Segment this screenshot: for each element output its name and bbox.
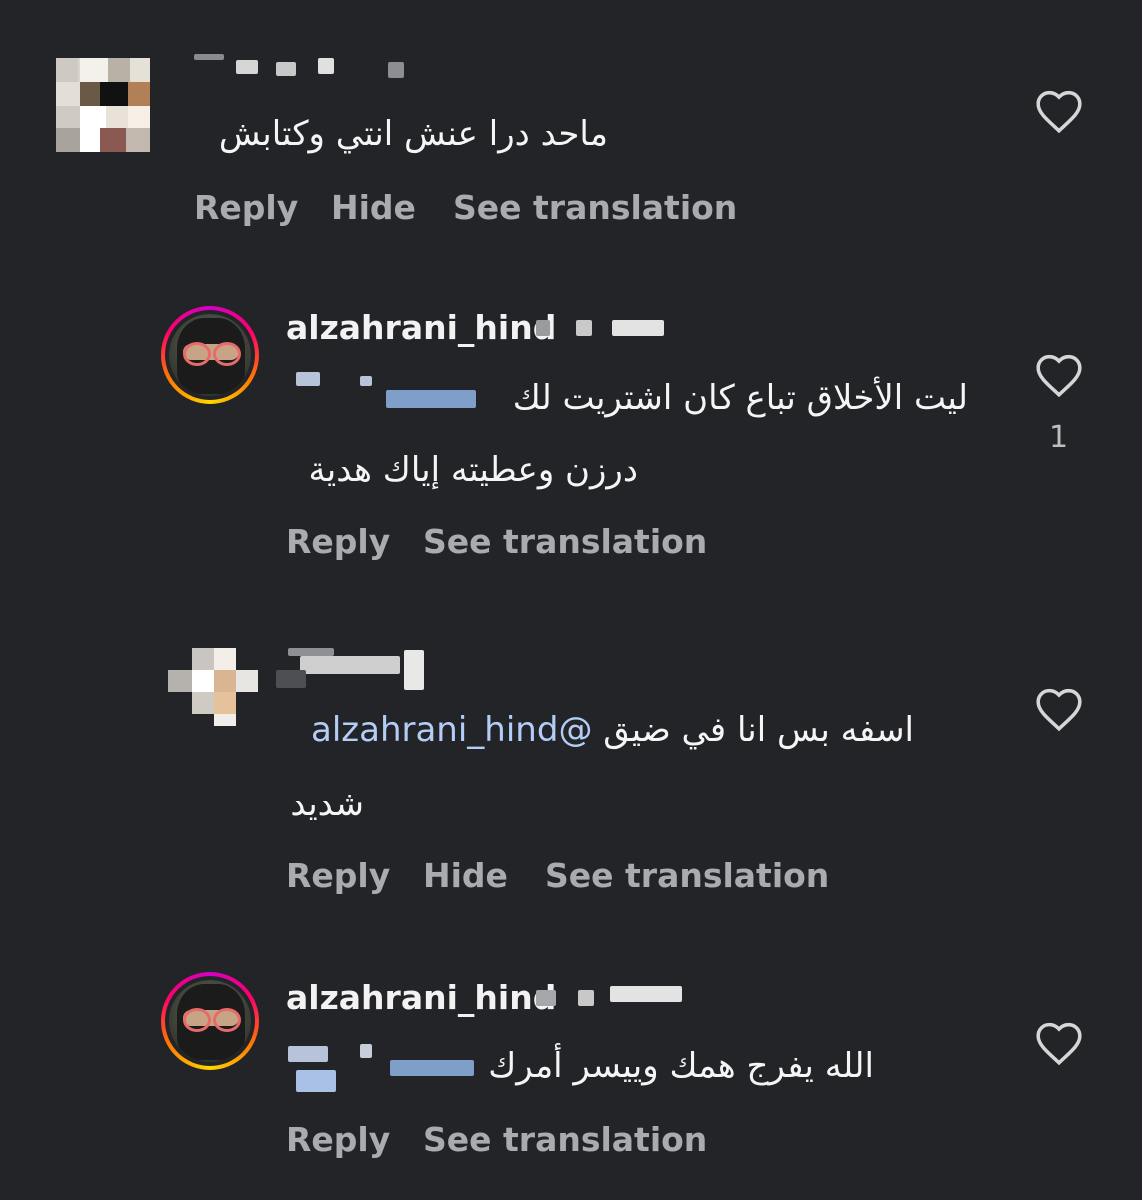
like-count: 1: [1049, 420, 1069, 455]
avatar[interactable]: [56, 58, 150, 152]
comment-text: ليت الأخلاق تباع كان اشتريت لك: [512, 378, 968, 418]
comment-text: درزن وعطيته إياك هدية: [308, 450, 638, 490]
reply-button[interactable]: Reply: [194, 188, 298, 227]
avatar[interactable]: [161, 306, 259, 404]
see-translation-button[interactable]: See translation: [423, 1120, 707, 1159]
comment-text: ماحد درا عنش انتي وكتابش: [218, 114, 608, 154]
reply-button[interactable]: Reply: [286, 856, 390, 895]
hide-button[interactable]: Hide: [331, 188, 416, 227]
mention-link[interactable]: @alzahrani_hind: [311, 710, 592, 750]
reply-button[interactable]: Reply: [286, 1120, 390, 1159]
see-translation-button[interactable]: See translation: [545, 856, 829, 895]
comment-text: شديد: [290, 784, 364, 824]
heart-icon[interactable]: [1034, 352, 1084, 398]
username[interactable]: alzahrani_hind: [286, 978, 556, 1017]
username[interactable]: alzahrani_hind: [286, 308, 556, 347]
see-translation-button[interactable]: See translation: [423, 522, 707, 561]
heart-icon[interactable]: [1034, 686, 1084, 732]
reply-button[interactable]: Reply: [286, 522, 390, 561]
see-translation-button[interactable]: See translation: [453, 188, 737, 227]
comment-text: اسفه بس انا في ضيق @alzahrani_hind: [311, 694, 914, 766]
avatar[interactable]: [168, 648, 258, 726]
comment-text-body: اسفه بس انا في ضيق: [603, 710, 914, 750]
heart-icon[interactable]: [1034, 88, 1084, 134]
hide-button[interactable]: Hide: [423, 856, 508, 895]
comment-text: الله يفرج همك وييسر أمرك: [488, 1046, 874, 1086]
avatar[interactable]: [161, 972, 259, 1070]
comments-thread: ماحد درا عنش انتي وكتابش Reply Hide See …: [0, 0, 1142, 1200]
heart-icon[interactable]: [1034, 1020, 1084, 1066]
